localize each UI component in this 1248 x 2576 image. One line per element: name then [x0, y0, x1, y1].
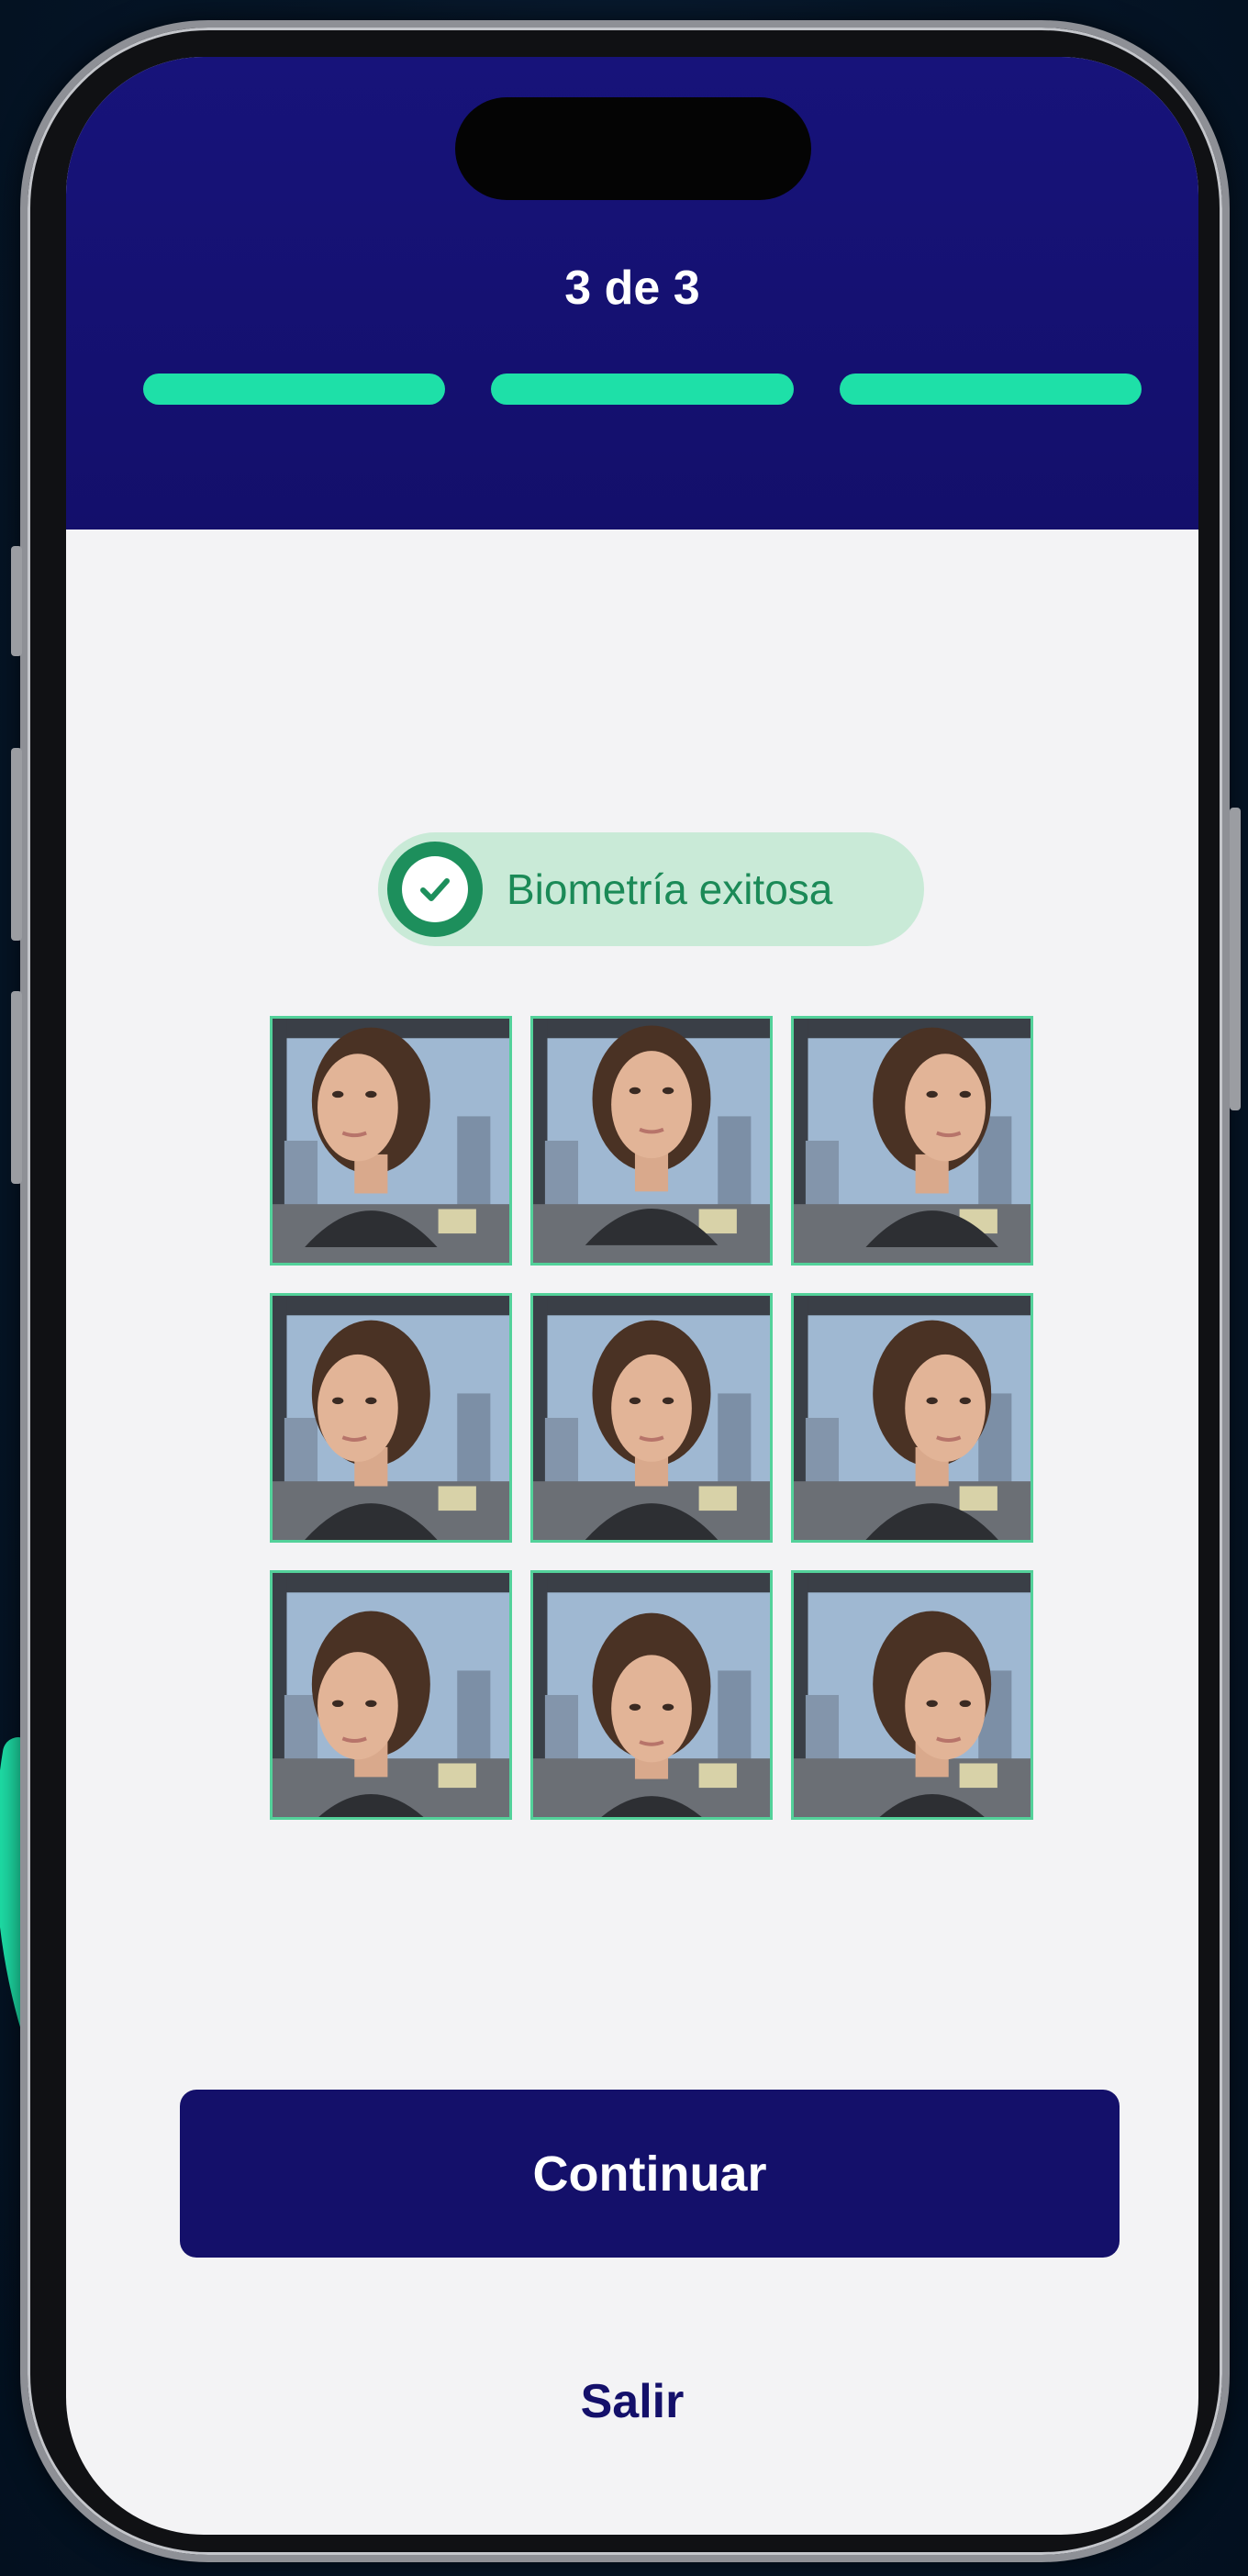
continue-button[interactable]: Continuar	[180, 2090, 1120, 2258]
face-capture-up-left	[270, 1016, 512, 1266]
step-counter: 3 de 3	[564, 262, 700, 315]
face-capture-down-left	[270, 1570, 512, 1820]
progress-segment-3	[839, 374, 1142, 405]
progress-segment-1	[143, 374, 446, 405]
step-progress-bar	[143, 374, 1142, 405]
side-button-volume-up	[11, 748, 22, 941]
face-capture-grid	[270, 1016, 1035, 1820]
face-capture-right	[791, 1293, 1033, 1543]
progress-segment-2	[491, 374, 794, 405]
exit-link[interactable]: Salir	[66, 2374, 1198, 2429]
side-button-silent	[11, 546, 22, 656]
dynamic-island	[455, 97, 811, 200]
face-capture-up	[530, 1016, 773, 1266]
face-capture-up-right	[791, 1016, 1033, 1266]
app-screen: 3 de 3 Biometría exitosa Continuar Salir	[66, 57, 1198, 2535]
side-button-power	[1230, 808, 1241, 1110]
face-capture-down	[530, 1570, 773, 1820]
face-capture-left	[270, 1293, 512, 1543]
status-label: Biometría exitosa	[507, 865, 833, 913]
face-capture-down-right	[791, 1570, 1033, 1820]
biometric-status-badge: Biometría exitosa	[378, 832, 924, 946]
side-button-volume-down	[11, 991, 22, 1184]
check-circle-icon	[387, 842, 483, 937]
progress-header: 3 de 3	[66, 57, 1198, 530]
face-capture-center	[530, 1293, 773, 1543]
